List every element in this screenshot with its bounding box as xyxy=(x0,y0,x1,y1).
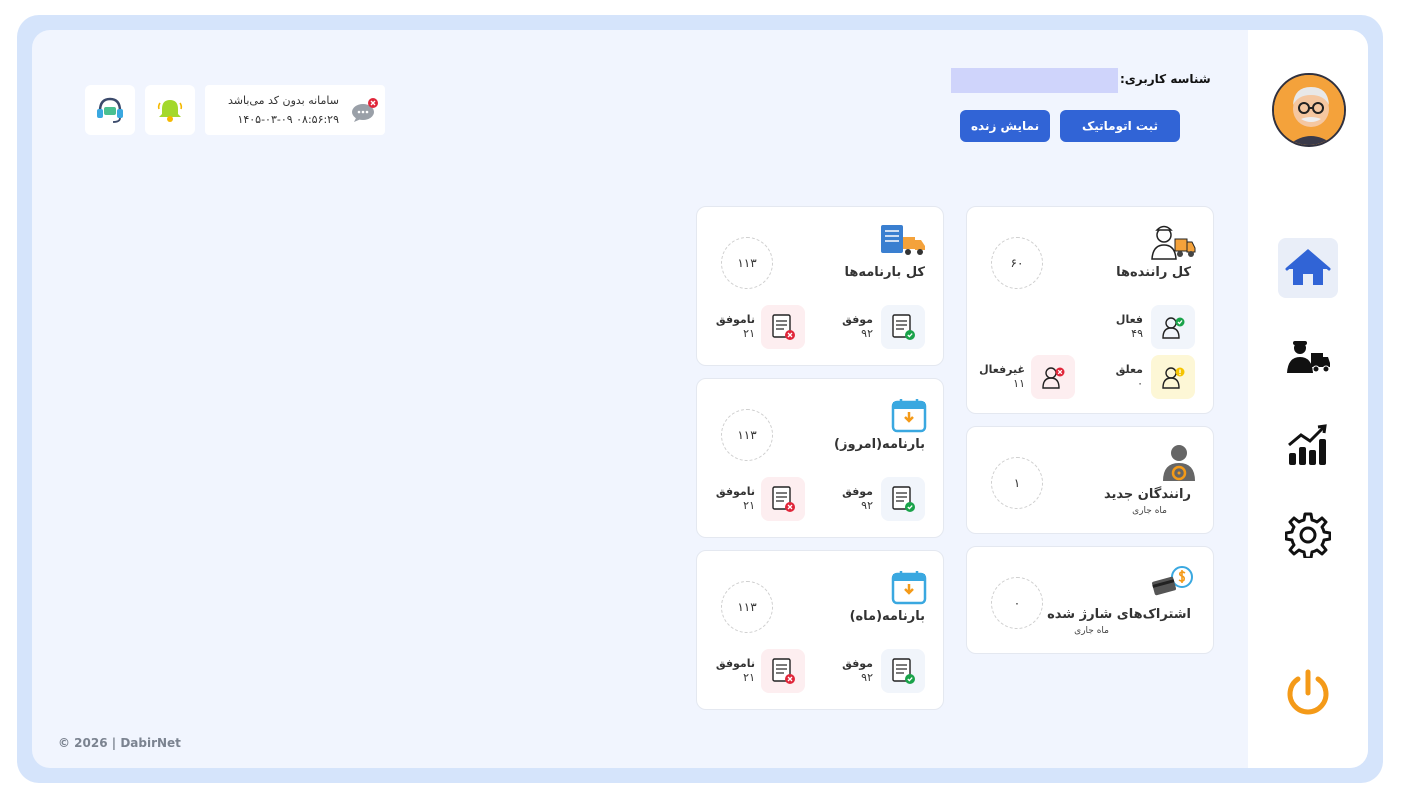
document-check-icon xyxy=(892,314,915,340)
bills-total-success-box[interactable] xyxy=(881,305,925,349)
inactive-label: غیرفعال xyxy=(979,363,1025,376)
bills-today-success-label: موفق xyxy=(842,485,873,498)
copyright: © 2026 | DabirNet xyxy=(58,736,181,750)
subscriptions-title: اشتراک‌های شارژ شده xyxy=(1047,607,1191,622)
notice-text: سامانه بدون کد می‌باشد xyxy=(228,94,339,107)
bills-total-fail-label: ناموفق xyxy=(715,313,755,326)
bills-total-title: کل بارنامه‌ها xyxy=(844,265,925,280)
bills-total-fail-value: ۲۱ xyxy=(743,327,755,340)
live-view-button[interactable]: نمایش زنده xyxy=(960,110,1050,142)
inactive-drivers-box[interactable] xyxy=(1031,355,1075,399)
bills-month-title: بارنامه(ماه) xyxy=(849,609,925,624)
app-panel: شناسه کاربری: ثبت اتوماتیک نمایش زنده سا… xyxy=(32,30,1368,768)
document-x-icon xyxy=(772,658,795,684)
bills-month-fail-value: ۲۱ xyxy=(743,671,755,684)
bills-month-fail-label: ناموفق xyxy=(715,657,755,670)
drivers-total: ۶۰ xyxy=(991,237,1043,289)
notice-datetime: ۱۴۰۵-۰۳-۰۹ ۰۸:۵۶:۲۹ xyxy=(237,113,339,126)
document-check-icon xyxy=(892,658,915,684)
bills-today-fail-box[interactable] xyxy=(761,477,805,521)
bills-today-card: بارنامه(امروز) ۱۱۳ موفق ۹۲ ناموفق ۲۱ xyxy=(696,378,944,538)
active-drivers-box[interactable] xyxy=(1151,305,1195,349)
nav-reports[interactable] xyxy=(1278,415,1338,475)
bills-today-fail-value: ۲۱ xyxy=(743,499,755,512)
calendar-month-icon xyxy=(891,571,927,605)
bills-month-value: ۱۱۳ xyxy=(721,581,773,633)
user-warning-icon xyxy=(1162,367,1185,389)
headset-icon xyxy=(97,97,123,123)
nav-drivers[interactable] xyxy=(1278,327,1338,387)
new-drivers-title: رانندگان جدید xyxy=(1104,487,1191,502)
bills-today-success-box[interactable] xyxy=(881,477,925,521)
bills-total-success-value: ۹۲ xyxy=(861,327,873,340)
bills-total-card: کل بارنامه‌ها ۱۱۳ موفق ۹۲ xyxy=(696,206,944,366)
nav-home[interactable] xyxy=(1278,238,1338,298)
driver-truck-icon xyxy=(1287,341,1330,373)
chart-icon xyxy=(1288,424,1327,465)
avatar[interactable] xyxy=(1272,73,1346,147)
suspended-value: ۰ xyxy=(1137,377,1143,390)
suspended-label: معلق xyxy=(1115,363,1143,376)
document-x-icon xyxy=(772,486,795,512)
drivers-card: کل راننده‌ها ۶۰ فعال ۴۹ xyxy=(966,206,1214,414)
bills-month-card: بارنامه(ماه) ۱۱۳ موفق ۹۲ ناموفق ۲۱ xyxy=(696,550,944,710)
inactive-value: ۱۱ xyxy=(1013,377,1025,390)
bills-month-success-value: ۹۲ xyxy=(861,671,873,684)
notification-button[interactable] xyxy=(145,85,195,135)
active-label: فعال xyxy=(1115,313,1143,326)
subscriptions-total: ۰ xyxy=(991,577,1043,629)
bills-today-title: بارنامه(امروز) xyxy=(834,437,925,452)
active-value: ۴۹ xyxy=(1131,327,1143,340)
avatar-icon xyxy=(1274,75,1344,145)
auto-register-button[interactable]: ثبت اتوماتیک xyxy=(1060,110,1180,142)
chat-warning-icon xyxy=(352,98,378,122)
calendar-today-icon xyxy=(891,399,927,433)
new-drivers-total: ۱ xyxy=(991,457,1043,509)
bills-today-fail-label: ناموفق xyxy=(715,485,755,498)
bills-month-fail-box[interactable] xyxy=(761,649,805,693)
nav-settings[interactable] xyxy=(1278,505,1338,565)
drivers-card-title: کل راننده‌ها xyxy=(1116,265,1191,280)
bills-today-success-value: ۹۲ xyxy=(861,499,873,512)
driver-truck-icon xyxy=(1151,225,1196,260)
new-drivers-card: رانندگان جدید ماه جاری ۱ xyxy=(966,426,1214,534)
user-id-label: شناسه کاربری: xyxy=(1120,72,1211,86)
bills-month-success-box[interactable] xyxy=(881,649,925,693)
new-drivers-subtitle: ماه جاری xyxy=(1132,506,1167,516)
bills-total-value: ۱۱۳ xyxy=(721,237,773,289)
gear-icon xyxy=(1285,512,1331,558)
suspended-drivers-box[interactable] xyxy=(1151,355,1195,399)
subscriptions-subtitle: ماه جاری xyxy=(1074,626,1109,636)
subscriptions-card: اشتراک‌های شارژ شده ماه جاری ۰ xyxy=(966,546,1214,654)
system-notice: سامانه بدون کد می‌باشد ۱۴۰۵-۰۳-۰۹ ۰۸:۵۶:… xyxy=(205,85,385,135)
user-x-icon xyxy=(1042,367,1065,389)
power-icon xyxy=(1287,669,1329,715)
user-check-icon xyxy=(1162,317,1185,339)
bills-total-fail-box[interactable] xyxy=(761,305,805,349)
card-payment-icon xyxy=(1152,566,1193,596)
bills-today-value: ۱۱۳ xyxy=(721,409,773,461)
main-content: شناسه کاربری: ثبت اتوماتیک نمایش زنده سا… xyxy=(32,30,1248,768)
sidebar xyxy=(1248,30,1368,768)
document-check-icon xyxy=(892,486,915,512)
document-x-icon xyxy=(772,314,795,340)
user-id-value xyxy=(951,68,1118,93)
bills-month-success-label: موفق xyxy=(842,657,873,670)
support-button[interactable] xyxy=(85,85,135,135)
logout-button[interactable] xyxy=(1278,662,1338,722)
bell-icon xyxy=(157,100,183,122)
bill-truck-icon xyxy=(881,225,925,255)
user-steering-icon xyxy=(1163,445,1195,481)
home-icon xyxy=(1285,249,1331,285)
bills-total-success-label: موفق xyxy=(842,313,873,326)
